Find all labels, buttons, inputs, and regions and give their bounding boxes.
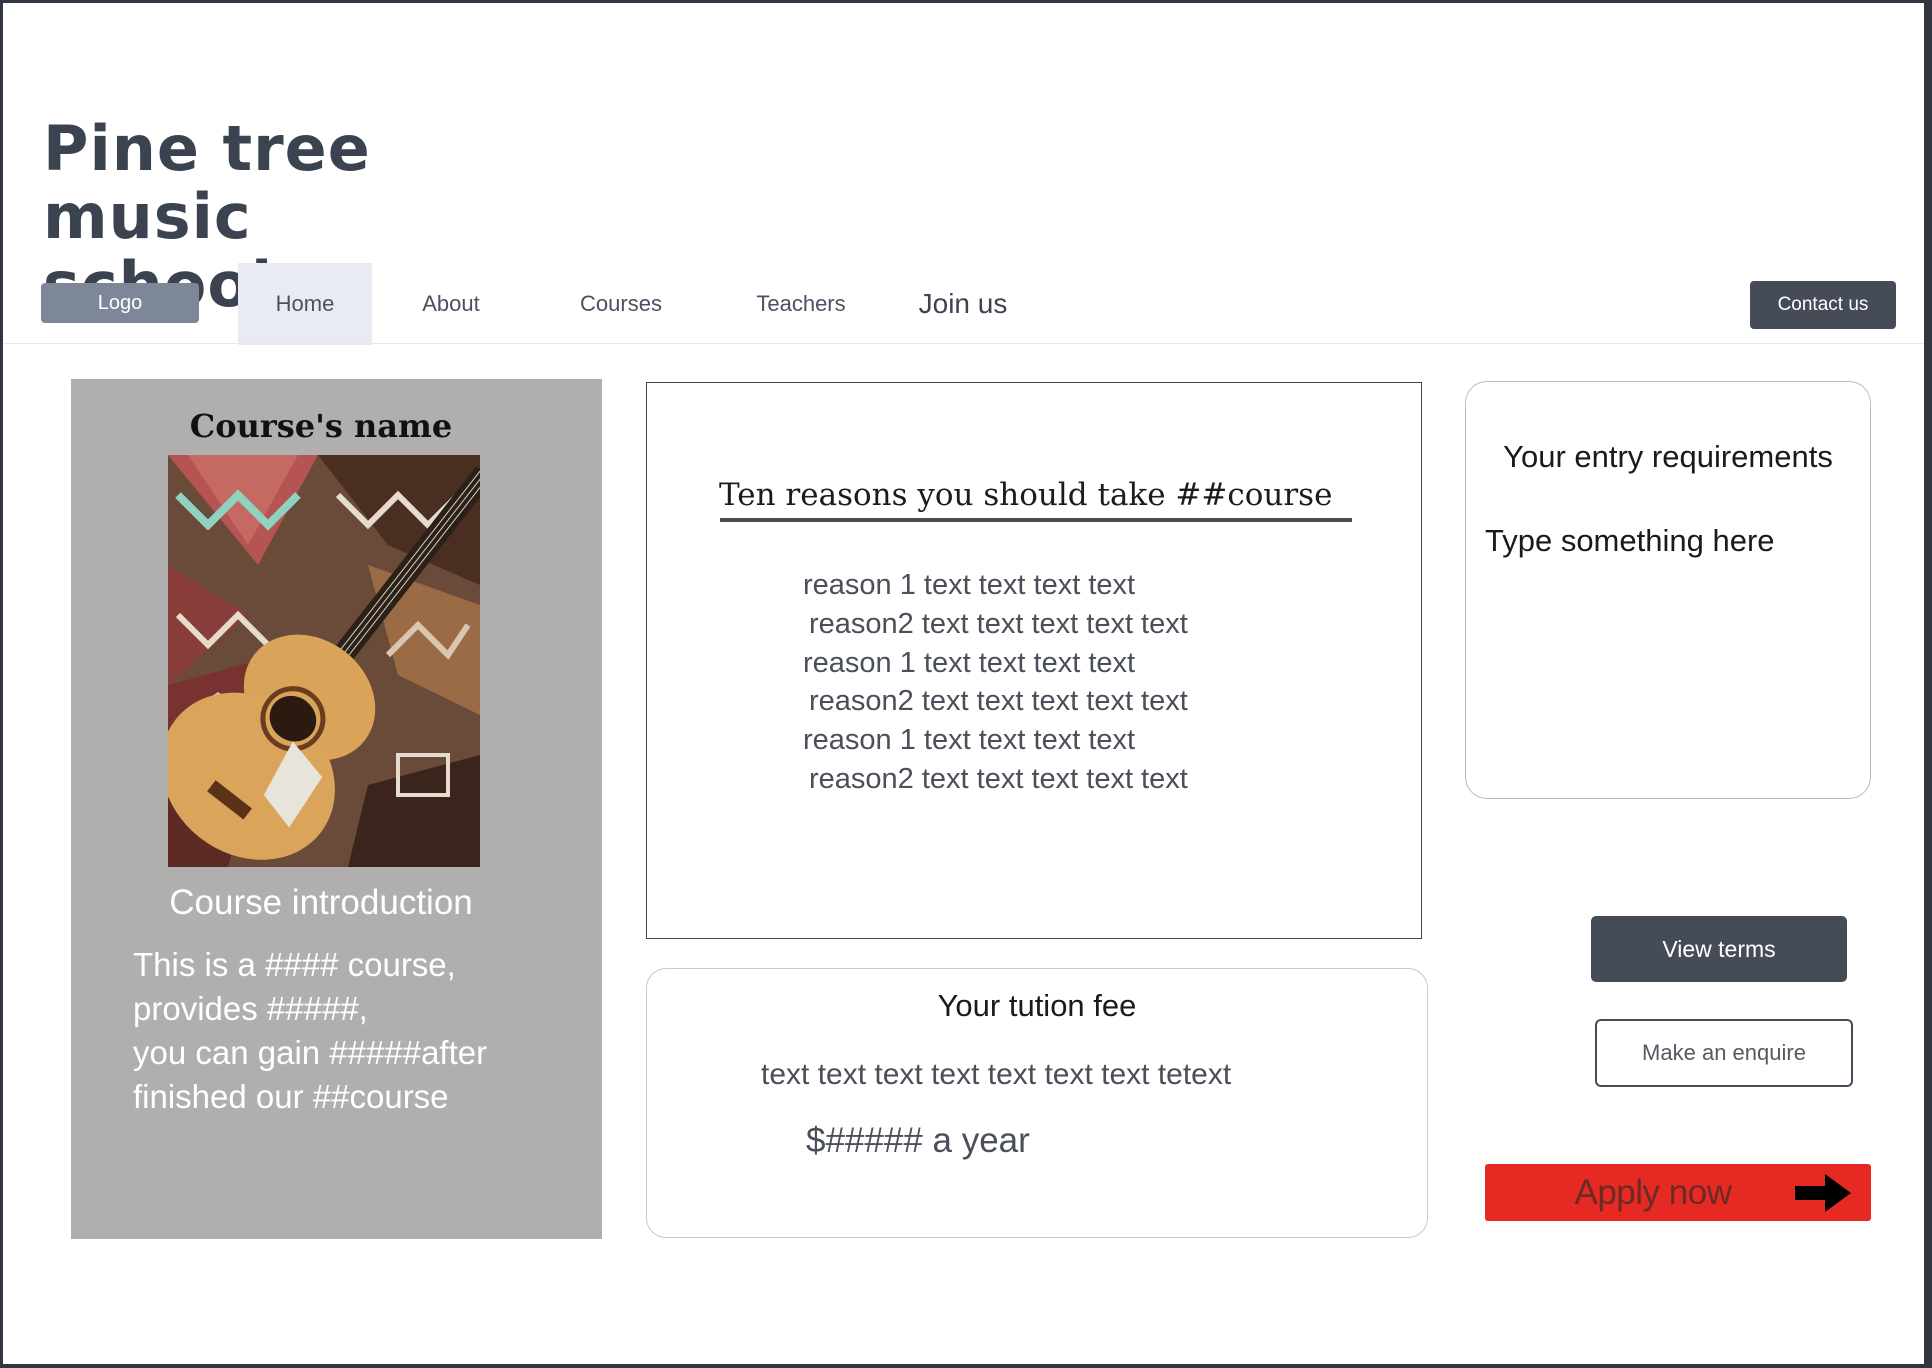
tuition-fee-amount: $##### a year [806, 1121, 1030, 1160]
apply-now-label: Apply now [1574, 1172, 1732, 1212]
page-canvas: Pine tree music school Logo Home About C… [3, 3, 1924, 1364]
apply-now-button[interactable]: Apply now [1485, 1164, 1871, 1221]
entry-requirements-title: Your entry requirements [1503, 439, 1833, 474]
nav-item-teachers[interactable]: Teachers [733, 263, 869, 345]
view-terms-button[interactable]: View terms [1591, 916, 1847, 982]
tuition-fee-title: Your tution fee [937, 988, 1137, 1023]
nav-item-courses[interactable]: Courses [543, 263, 699, 345]
right-arrow-icon [1795, 1174, 1851, 1212]
make-enquiry-button[interactable]: Make an enquire [1595, 1019, 1853, 1087]
reasons-title-underline [720, 518, 1352, 522]
entry-requirements-input[interactable]: Type something here [1485, 523, 1865, 559]
nav-item-join-us[interactable]: Join us [903, 263, 1023, 345]
nav-item-about[interactable]: About [383, 263, 519, 345]
reason-item: reason 1 text text text text [803, 569, 1136, 601]
course-photo [168, 455, 480, 867]
course-intro-heading: Course introduction [169, 883, 473, 922]
course-name: Course's name [189, 407, 453, 445]
reason-item: reason 1 text text text text [803, 647, 1136, 679]
nav-divider [3, 343, 1924, 344]
reason-item: reason2 text text text text text [809, 685, 1188, 717]
reason-item: reason2 text text text text text [809, 763, 1188, 795]
reason-item: reason 1 text text text text [803, 724, 1136, 756]
brand-title-line-1: Pine tree [43, 112, 371, 185]
tuition-fee-text: text text text text text text text tetex… [761, 1058, 1232, 1091]
contact-us-button[interactable]: Contact us [1750, 281, 1896, 329]
reasons-title: Ten reasons you should take ##course [719, 477, 1333, 513]
course-intro-text: This is a #### course, provides #####, y… [133, 946, 488, 1115]
logo-button[interactable]: Logo [41, 283, 199, 323]
reason-item: reason2 text text text text text [809, 608, 1188, 640]
nav-item-home[interactable]: Home [238, 263, 372, 345]
